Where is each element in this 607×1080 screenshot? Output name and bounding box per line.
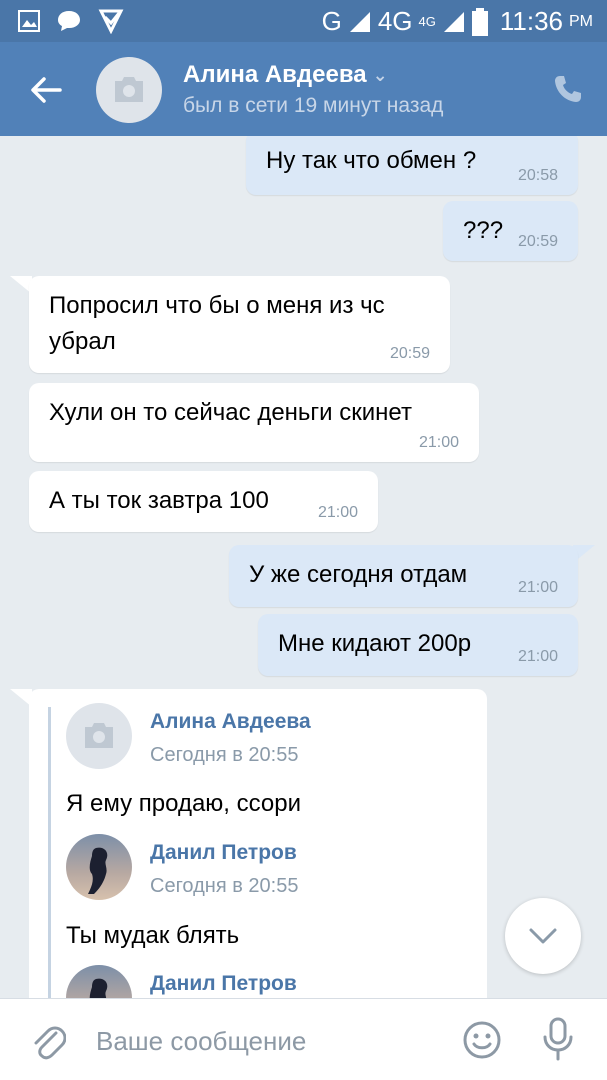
- forwarded-messages[interactable]: Алина Авдеева Сегодня в 20:55 Я ему прод…: [29, 689, 487, 998]
- signal-icon-2: [443, 11, 464, 32]
- composer: Ваше сообщение: [0, 998, 607, 1080]
- clock-ampm: PM: [569, 12, 593, 30]
- forward-text: Ты мудак блять: [66, 922, 240, 949]
- person-silhouette-icon: [89, 978, 108, 998]
- forward-date: Сегодня в 20:55: [150, 744, 299, 766]
- forward-author[interactable]: Данил Петров: [150, 841, 297, 865]
- message-in[interactable]: А ты ток завтра 100 21:00: [29, 471, 378, 532]
- chat-icon: [58, 11, 80, 31]
- paperclip-icon[interactable]: [30, 1021, 66, 1061]
- camera-icon: [115, 77, 143, 102]
- network-type: G: [321, 6, 342, 36]
- vk-notification-icon: [98, 9, 124, 34]
- chat-header: Алина Авдеева ⌄ был в сети 19 минут назад: [0, 42, 607, 136]
- message-time: 20:59: [389, 345, 430, 362]
- gallery-icon: [18, 10, 40, 32]
- forward-avatar[interactable]: [66, 965, 132, 998]
- message-out[interactable]: ??? 20:59: [443, 201, 578, 261]
- contact-name[interactable]: Алина Авдеева ⌄: [183, 61, 388, 89]
- chevron-down-icon: [529, 928, 557, 944]
- message-text: ???: [463, 217, 504, 244]
- chevron-down-icon: ⌄: [372, 65, 388, 86]
- message-text: Хули он то сейчас деньги скинет: [49, 399, 412, 426]
- contact-name-text: Алина Авдеева: [183, 61, 367, 88]
- clock: 11:36: [499, 6, 563, 36]
- scroll-down-button[interactable]: [505, 898, 581, 974]
- message-time: 21:00: [418, 434, 459, 451]
- message-time: 20:59: [517, 233, 558, 250]
- status-bar: G 4G 4G 11:36 PM: [0, 0, 607, 42]
- message-text: Мне кидают 200р: [278, 630, 472, 657]
- forward-text: Я ему продаю, ссори: [66, 790, 302, 817]
- contact-status: был в сети 19 минут назад: [183, 94, 444, 117]
- message-out[interactable]: Мне кидают 200р 21:00: [258, 614, 578, 676]
- message-time: 21:00: [317, 504, 358, 521]
- message-in[interactable]: Хули он то сейчас деньги скинет 21:00: [29, 383, 479, 462]
- message-text: Ну так что обмен ?: [266, 147, 477, 174]
- message-text: А ты ток завтра 100: [49, 487, 269, 514]
- forward-author[interactable]: Данил Петров: [150, 972, 297, 996]
- message-text-line2: убрал: [49, 328, 116, 355]
- message-time: 21:00: [517, 648, 558, 665]
- forward-bar: [48, 707, 51, 998]
- signal-icon: [349, 11, 370, 32]
- message-out[interactable]: Ну так что обмен ? 20:58: [246, 136, 578, 195]
- message-text: Попросил что бы о меня из чс: [49, 292, 385, 319]
- message-input[interactable]: Ваше сообщение: [96, 1026, 306, 1057]
- microphone-icon[interactable]: [542, 1017, 574, 1061]
- camera-icon: [85, 723, 113, 748]
- forward-avatar[interactable]: [66, 703, 132, 769]
- battery-icon: [471, 7, 488, 36]
- network-superscript: 4G: [418, 14, 436, 29]
- avatar[interactable]: [96, 57, 162, 123]
- message-list[interactable]: Ну так что обмен ? 20:58 ??? 20:59 Попро…: [0, 136, 607, 998]
- forward-author[interactable]: Алина Авдеева: [150, 710, 311, 734]
- network-type-2: 4G: [377, 6, 413, 36]
- message-time: 20:58: [517, 167, 558, 184]
- message-in[interactable]: Попросил что бы о меня из чс убрал 20:59: [29, 276, 450, 373]
- person-silhouette-icon: [88, 847, 108, 894]
- message-text: У же сегодня отдам: [249, 561, 468, 588]
- forward-avatar[interactable]: [66, 834, 132, 900]
- message-time: 21:00: [517, 579, 558, 596]
- back-arrow-icon[interactable]: [26, 70, 66, 110]
- phone-icon[interactable]: [553, 74, 583, 104]
- forward-date: Сегодня в 20:55: [150, 875, 299, 897]
- message-out[interactable]: У же сегодня отдам 21:00: [229, 545, 578, 607]
- smiley-icon[interactable]: [462, 1020, 502, 1060]
